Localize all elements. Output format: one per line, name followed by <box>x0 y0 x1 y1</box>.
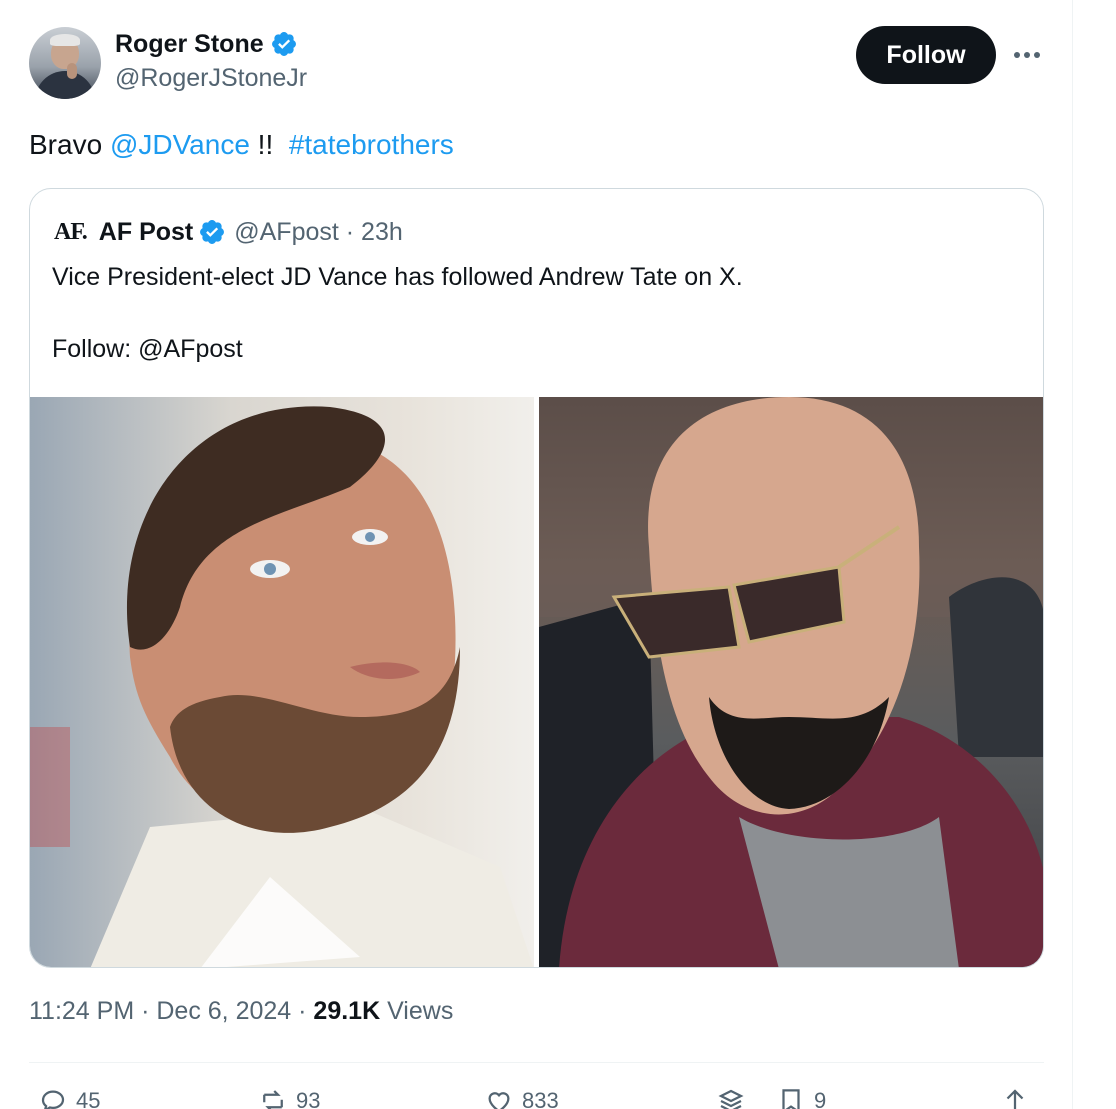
layers-icon <box>718 1089 744 1109</box>
column-border <box>1072 0 1073 1109</box>
views-count: 29.1K <box>313 997 381 1025</box>
quoted-tweet-header: AF. AF Post @AFpost · 23h <box>54 215 403 249</box>
quoted-text-line-2: Follow: @AFpost <box>52 335 243 363</box>
bookmark-button[interactable]: 9 <box>776 1086 826 1109</box>
heart-icon <box>488 1092 510 1109</box>
actions-divider <box>29 1062 1044 1063</box>
like-count: 833 <box>522 1088 559 1109</box>
photo-jd-vance[interactable] <box>30 397 534 967</box>
views-label: Views <box>380 997 454 1025</box>
bookmark-icon <box>782 1089 800 1109</box>
share-icon <box>1006 1089 1024 1109</box>
photo-andrew-tate[interactable] <box>539 397 1043 967</box>
tweet-text: Bravo @JDVance !! #tatebrothers <box>29 127 454 163</box>
author-name-row[interactable]: Roger Stone <box>115 28 298 60</box>
reply-button[interactable]: 45 <box>38 1086 100 1109</box>
tweet-time[interactable]: 11:24 PM <box>29 997 134 1025</box>
tweet-text-start: Bravo <box>29 129 110 160</box>
tweet-timestamp: 11:24 PM · Dec 6, 2024 · 29.1K Views <box>29 997 453 1026</box>
author-display-name[interactable]: Roger Stone <box>115 30 264 59</box>
tweet-text-middle: !! <box>249 129 289 160</box>
repost-icon <box>263 1090 283 1109</box>
quoted-tweet[interactable]: AF. AF Post @AFpost · 23h Vice President… <box>29 188 1044 968</box>
author-handle[interactable]: @RogerJStoneJr <box>115 64 307 93</box>
verified-badge-icon <box>271 32 296 56</box>
meta-separator-1: · <box>134 997 157 1025</box>
more-horizontal-icon[interactable] <box>1010 38 1044 72</box>
quoted-text-line-1: Vice President-elect JD Vance has follow… <box>52 263 743 291</box>
mention-link[interactable]: @JDVance <box>110 129 250 160</box>
verified-badge-icon <box>200 220 225 244</box>
meta-separator-2: · <box>291 997 314 1025</box>
repost-count: 93 <box>296 1088 321 1109</box>
bookmark-count: 9 <box>814 1088 827 1109</box>
reply-icon <box>41 1090 65 1109</box>
share-button[interactable] <box>1000 1086 1038 1109</box>
author-avatar[interactable] <box>29 27 101 99</box>
quoted-time[interactable]: 23h <box>361 218 403 247</box>
quoted-author-handle[interactable]: @AFpost <box>234 218 339 247</box>
hashtag-link[interactable]: #tatebrothers <box>289 129 454 160</box>
like-button[interactable]: 833 <box>484 1086 559 1109</box>
views-stack-button[interactable] <box>716 1086 754 1109</box>
repost-button[interactable]: 93 <box>258 1086 320 1109</box>
follow-button[interactable]: Follow <box>856 26 996 84</box>
tweet-date[interactable]: Dec 6, 2024 <box>156 997 291 1025</box>
af-post-logo: AF. <box>54 218 88 245</box>
quoted-author-name[interactable]: AF Post <box>99 218 193 247</box>
reply-count: 45 <box>76 1088 101 1109</box>
quoted-separator: · <box>338 217 362 246</box>
